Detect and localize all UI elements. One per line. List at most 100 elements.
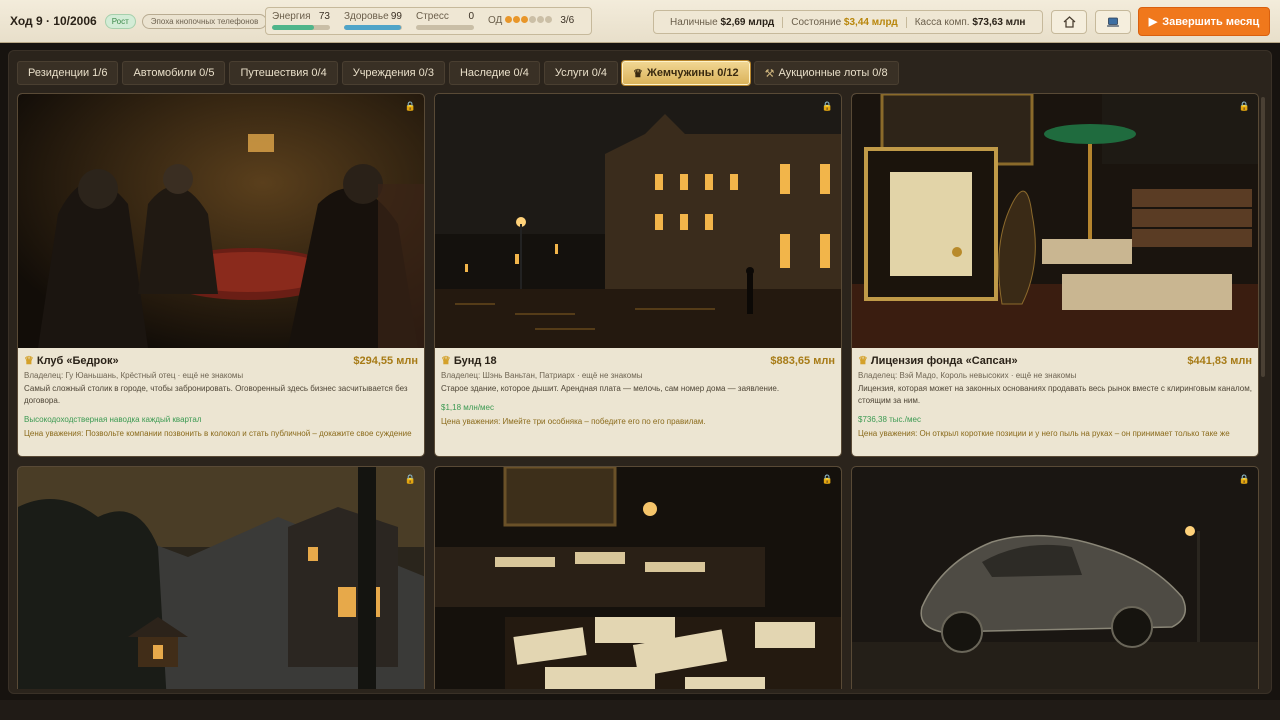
tab-label: Аукционные лоты 0/8	[778, 67, 888, 79]
card-owner: Владелец: Вэй Мадо, Король невысоких · е…	[858, 371, 1077, 380]
pearl-card-classic-car[interactable]: 🔒	[851, 466, 1259, 689]
pearls-grid: 🔒 ♛ Клуб «Бедрок» $294,55 млн Владелец: Г…	[17, 93, 1260, 689]
crown-icon: ♛	[858, 355, 868, 367]
grid-scrollbar[interactable]	[1261, 97, 1265, 377]
card-description: Самый сложный столик в городе, чтобы заб…	[24, 384, 408, 405]
energy-stat: Энергия 73	[272, 11, 330, 30]
card-perk: Высокодоходстверная наводка каждый кварт…	[24, 415, 202, 424]
networth-readout: Состояние $3,44 млрд	[782, 16, 905, 28]
lock-icon: 🔒	[404, 101, 416, 111]
collection-panel: Резиденции 1/6 Автомобили 0/5 Путешестви…	[8, 50, 1272, 694]
vitals-panel: Энергия 73 Здоровье 99 Стресс 0 ОД 3/6	[265, 7, 592, 35]
lock-icon: 🔒	[1238, 101, 1250, 111]
tab-pearls[interactable]: ♛ Жемчужины 0/12	[622, 61, 750, 85]
card-title-text: Бунд 18	[453, 355, 497, 367]
card-owner: Владелец: Гу Юаньшань, Крёстный отец · е…	[24, 371, 244, 380]
od-dot-filled	[521, 16, 529, 23]
finance-panel: Наличные $2,69 млрд Состояние $3,44 млрд…	[653, 10, 1043, 34]
card-respect-price: Цена уважения: Позвольте компании позвон…	[24, 429, 412, 438]
tab-label: Учреждения 0/3	[352, 67, 434, 79]
license-desk-image	[852, 94, 1258, 348]
lock-icon: 🔒	[821, 101, 833, 111]
health-label: Здоровье	[344, 11, 389, 22]
tab-legacy[interactable]: Наследие 0/4	[448, 61, 540, 85]
turn-indicator: Ход 9 · 10/2006	[10, 14, 97, 28]
tab-cars[interactable]: Автомобили 0/5	[122, 61, 226, 85]
computer-button[interactable]	[1095, 10, 1131, 34]
card-price: $441,83 млн	[1187, 354, 1252, 367]
energy-value: 73	[318, 11, 330, 22]
pearl-card-mountain-villa[interactable]: 🔒	[17, 466, 425, 689]
health-stat: Здоровье 99	[344, 11, 402, 30]
od-dots	[505, 15, 553, 26]
company-cash-label: Касса комп.	[914, 16, 970, 28]
lock-icon: 🔒	[821, 474, 833, 484]
card-respect-price: Цена уважения: Имейте три особняка – поб…	[441, 417, 706, 426]
stress-value: 0	[468, 11, 474, 22]
card-description: Старое здание, которое дышит. Арендная п…	[441, 384, 780, 393]
card-price: $883,65 млн	[770, 354, 835, 367]
crown-icon: ♛	[24, 355, 34, 367]
tab-auction-lots[interactable]: ⚒ Аукционные лоты 0/8	[753, 61, 899, 85]
tab-residences[interactable]: Резиденции 1/6	[17, 61, 119, 85]
tab-travel[interactable]: Путешествия 0/4	[229, 61, 338, 85]
tab-label: Путешествия 0/4	[240, 67, 327, 79]
mountain-villa-image	[18, 467, 424, 689]
card-image: 🔒	[435, 94, 841, 348]
card-perk: $736,38 тыс./мес	[858, 415, 921, 424]
pearl-card-sapsan-fund-license[interactable]: 🔒 ♛ Лицензия фонда «Сапсан» $441,83 млн В…	[851, 93, 1259, 457]
pearl-card-bedrock-club[interactable]: 🔒 ♛ Клуб «Бедрок» $294,55 млн Владелец: Г…	[17, 93, 425, 457]
od-dot-empty	[537, 16, 545, 23]
card-owner: Владелец: Шэнь Ваньтан, Патриарх · ещё н…	[441, 371, 643, 380]
company-cash-value: $73,63 млн	[972, 16, 1026, 28]
card-body: ♛ Бунд 18 $883,65 млн Владелец: Шэнь Вань…	[435, 348, 841, 456]
play-icon: ▶	[1148, 16, 1158, 28]
networth-value: $3,44 млрд	[843, 16, 898, 28]
card-title: ♛ Бунд 18	[441, 354, 497, 367]
home-button[interactable]	[1051, 10, 1087, 34]
tab-label: Наследие 0/4	[459, 67, 529, 79]
energy-bar	[272, 25, 330, 30]
health-bar	[344, 25, 402, 30]
card-price: $294,55 млн	[353, 354, 418, 367]
od-label: ОД	[488, 15, 503, 26]
card-image: 🔒	[435, 467, 841, 689]
card-title: ♛ Лицензия фонда «Сапсан»	[858, 354, 1018, 367]
health-bar-fill	[344, 25, 402, 30]
networth-label: Состояние	[791, 16, 842, 28]
pearl-card-car-design-studio[interactable]: 🔒	[434, 466, 842, 689]
tab-institutions[interactable]: Учреждения 0/3	[341, 61, 445, 85]
club-scene-image	[18, 94, 424, 348]
card-image: 🔒	[852, 94, 1258, 348]
end-month-button[interactable]: ▶ Завершить месяц	[1138, 7, 1270, 36]
stress-stat: Стресс 0	[416, 11, 474, 30]
card-perk: $1,18 млн/мес	[441, 403, 494, 412]
end-month-label: Завершить месяц	[1162, 15, 1260, 28]
health-value: 99	[390, 11, 402, 22]
tab-label: Жемчужины 0/12	[646, 67, 739, 79]
card-description: Лицензия, которая может на законных осно…	[858, 384, 1252, 405]
house-icon	[1063, 16, 1075, 28]
tab-label: Резиденции 1/6	[28, 67, 108, 79]
card-body: ♛ Клуб «Бедрок» $294,55 млн Владелец: Гу …	[18, 348, 424, 456]
company-cash-readout: Касса комп. $73,63 млн	[905, 16, 1034, 28]
pearl-card-bund-18[interactable]: 🔒 ♛ Бунд 18 $883,65 млн Владелец: Шэнь Ва…	[434, 93, 842, 457]
card-body: ♛ Лицензия фонда «Сапсан» $441,83 млн Вла…	[852, 348, 1258, 456]
od-dot-empty	[545, 16, 553, 23]
bund-building-image	[435, 94, 841, 348]
era-badge: Эпоха кнопочных телефонов	[141, 13, 268, 29]
design-studio-image	[435, 467, 841, 689]
od-dot-filled	[505, 16, 513, 23]
phase-badge: Рост	[104, 13, 136, 29]
crown-icon: ♛	[441, 355, 451, 367]
tab-label: Услуги 0/4	[554, 67, 608, 79]
lock-icon: 🔒	[1238, 474, 1250, 484]
energy-label: Энергия	[272, 11, 311, 22]
od-dot-filled	[513, 16, 521, 23]
stress-bar	[416, 25, 474, 30]
od-dot-empty	[529, 16, 537, 23]
bottom-strip	[0, 700, 1280, 720]
card-image: 🔒	[852, 467, 1258, 689]
tab-services[interactable]: Услуги 0/4	[543, 61, 619, 85]
action-points: ОД 3/6	[488, 15, 574, 26]
